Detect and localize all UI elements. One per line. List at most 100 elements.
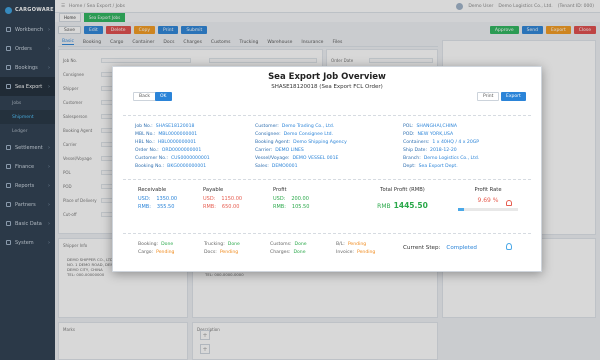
status-cell: Trucking: Done bbox=[204, 242, 262, 250]
info-value: 1 x 40HQ / 4 x 20GP bbox=[432, 139, 480, 145]
print-button[interactable]: Print bbox=[477, 92, 500, 101]
status-value: Pending bbox=[347, 242, 367, 247]
info-row: Dept: Sea Export Dept. bbox=[403, 162, 479, 170]
receivable-summary: Receivable USD: 1350.00 RMB: 355.50 bbox=[138, 187, 178, 210]
receivable-rmb: 355.50 bbox=[156, 204, 175, 210]
info-row: Customer: Demo Trading Co., Ltd. bbox=[255, 122, 347, 130]
info-key: Vessel/Voyage: bbox=[255, 155, 290, 161]
info-value: 2018-12-20 bbox=[430, 147, 457, 153]
profit-rate-bar bbox=[458, 208, 518, 211]
profit-rate-title: Profit Rate bbox=[474, 187, 502, 193]
profit-summary: Profit USD: 200.00 RMB: 105.50 bbox=[273, 187, 310, 210]
info-key: POL: bbox=[403, 123, 414, 129]
status-row: Booking: Done Trucking: Done Customs: Done B/L… bbox=[138, 242, 394, 250]
info-key: Carrier: bbox=[255, 147, 273, 153]
status-cell: Charges: Done bbox=[270, 250, 328, 258]
info-row: Booking Agent: Demo Shipping Agency bbox=[255, 138, 347, 146]
payable-title: Payable bbox=[203, 187, 224, 193]
info-key: Containers: bbox=[403, 139, 430, 145]
receivable-usd: 1350.00 bbox=[156, 196, 178, 202]
info-value: DEMO LINES bbox=[275, 147, 304, 153]
currency-label: USD bbox=[203, 196, 214, 202]
status-value: Done bbox=[227, 242, 240, 247]
total-profit: Total Profit (RMB) RMB 1445.50 bbox=[355, 187, 450, 210]
status-value: Pending bbox=[219, 250, 239, 255]
info-key: Customer No.: bbox=[135, 155, 168, 161]
profit-rmb: 105.50 bbox=[291, 204, 310, 210]
profit-usd: 200.00 bbox=[291, 196, 309, 202]
info-key: Consignee: bbox=[255, 131, 281, 137]
info-key: Dept: bbox=[403, 163, 416, 169]
total-profit-title: Total Profit (RMB) bbox=[380, 187, 425, 193]
info-row: Consignee: Demo Consignee Ltd. bbox=[255, 130, 347, 138]
info-row: POL: SHANGHAI,CHINA bbox=[403, 122, 479, 130]
info-row: Job No.: SHASE18120018 bbox=[135, 122, 210, 130]
export-button[interactable]: Export bbox=[501, 92, 526, 101]
info-value: DEMO0001 bbox=[271, 163, 298, 169]
info-value: SHANGHAI,CHINA bbox=[416, 123, 458, 129]
confirm-button[interactable]: OK bbox=[155, 92, 172, 101]
payable-summary: Payable USD: 1150.00 RMB: 650.00 bbox=[203, 187, 243, 210]
status-key: Customs: bbox=[270, 242, 292, 247]
status-cell: Booking: Done bbox=[138, 242, 196, 250]
lightbulb-icon bbox=[506, 243, 512, 250]
currency-label: RMB bbox=[138, 204, 150, 210]
status-cell: B/L: Pending bbox=[336, 242, 394, 250]
currency-label: USD bbox=[138, 196, 149, 202]
info-row: HBL No.: HBL0000000001 bbox=[135, 138, 210, 146]
info-row: Customer No.: CUS0000000001 bbox=[135, 154, 210, 162]
total-profit-value: 1445.50 bbox=[393, 201, 428, 210]
status-key: Booking: bbox=[138, 242, 159, 247]
status-key: Docs: bbox=[204, 250, 217, 255]
profit-rate: Profit Rate 9.69 % bbox=[458, 187, 518, 211]
status-key: Cargo: bbox=[138, 250, 154, 255]
info-value: Sea Export Dept. bbox=[418, 163, 458, 169]
profit-title: Profit bbox=[273, 187, 287, 193]
job-info-grid: Job No.: SHASE18120018 MBL No.: MBL00000000… bbox=[135, 122, 530, 174]
info-value: DEMO VESSEL 001E bbox=[292, 155, 339, 161]
info-row: Containers: 1 x 40HQ / 4 x 20GP bbox=[403, 138, 479, 146]
status-key: Invoice: bbox=[336, 250, 354, 255]
receivable-title: Receivable bbox=[138, 187, 167, 193]
back-button[interactable]: Back bbox=[133, 92, 156, 101]
currency-label: USD bbox=[273, 196, 284, 202]
info-value: NEW YORK,USA bbox=[417, 131, 454, 137]
info-row: Branch: Demo Logistics Co., Ltd. bbox=[403, 154, 479, 162]
dialog-subtitle: SHASE18120018 (Sea Export FCL Order) bbox=[271, 84, 383, 90]
status-key: Charges: bbox=[270, 250, 291, 255]
info-key: Booking No.: bbox=[135, 163, 165, 169]
info-key: Customer: bbox=[255, 123, 279, 129]
status-value: Pending bbox=[156, 250, 175, 255]
currency-label: RMB bbox=[273, 204, 285, 210]
info-key: Ship Date: bbox=[403, 147, 428, 153]
status-value: Pending bbox=[356, 250, 376, 255]
current-step-value: Completed bbox=[446, 245, 477, 251]
status-cell: Invoice: Pending bbox=[336, 250, 394, 258]
info-value: SHASE18120018 bbox=[155, 123, 195, 129]
status-value: Done bbox=[294, 242, 307, 247]
info-key: Booking Agent: bbox=[255, 139, 291, 145]
status-cell: Cargo: Pending bbox=[138, 250, 196, 258]
total-profit-currency: RMB bbox=[377, 203, 391, 210]
status-key: B/L: bbox=[336, 242, 345, 247]
info-key: Job No.: bbox=[135, 123, 153, 129]
info-value: Demo Trading Co., Ltd. bbox=[281, 123, 335, 129]
currency-label: RMB bbox=[203, 204, 215, 210]
status-row: Cargo: Pending Docs: Pending Charges: Done Inv… bbox=[138, 250, 394, 258]
current-step-label: Current Step: bbox=[403, 245, 441, 251]
info-row: Ship Date: 2018-12-20 bbox=[403, 146, 479, 154]
info-key: Sales: bbox=[255, 163, 269, 169]
info-value: BKG0000000001 bbox=[167, 163, 207, 169]
info-row: MBL No.: MBL0000000001 bbox=[135, 130, 210, 138]
status-value: Done bbox=[161, 242, 174, 247]
payable-rmb: 650.00 bbox=[221, 204, 240, 210]
status-grid: Booking: Done Trucking: Done Customs: Done B/L… bbox=[138, 242, 394, 258]
info-row: Carrier: DEMO LINES bbox=[255, 146, 347, 154]
info-value: ORD0000000001 bbox=[161, 147, 202, 153]
info-value: Demo Shipping Agency bbox=[293, 139, 347, 145]
info-row: Order No.: ORD0000000001 bbox=[135, 146, 210, 154]
status-value: Done bbox=[293, 250, 306, 255]
bell-icon bbox=[506, 200, 512, 206]
info-row: Sales: DEMO0001 bbox=[255, 162, 347, 170]
info-key: POD: bbox=[403, 131, 415, 137]
